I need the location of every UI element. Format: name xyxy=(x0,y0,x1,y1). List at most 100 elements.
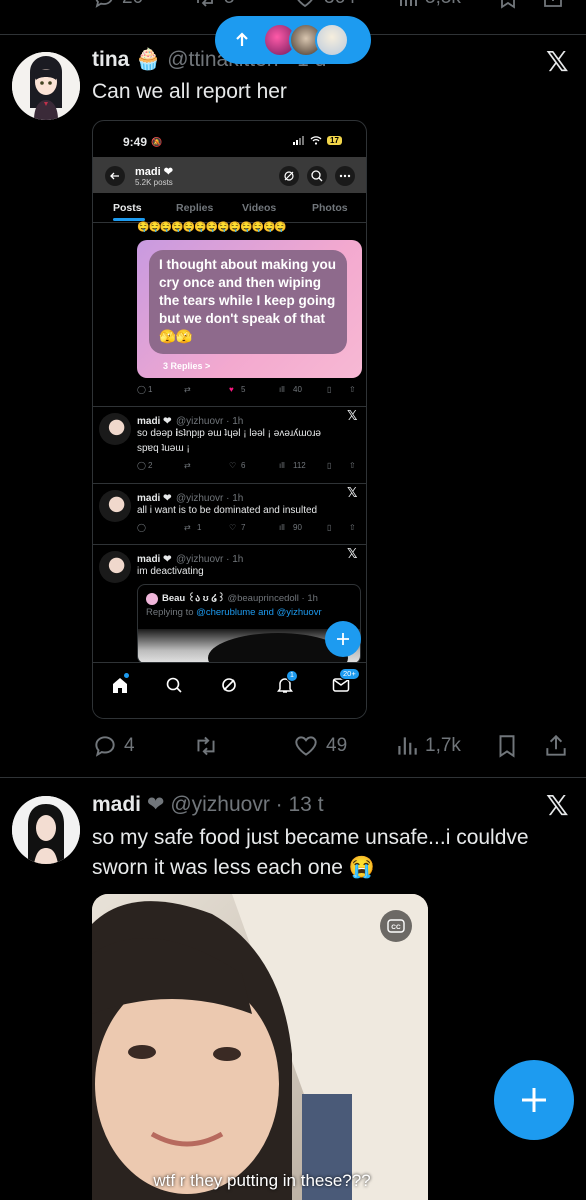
search-button[interactable] xyxy=(307,166,327,186)
profile-photo xyxy=(12,796,80,864)
avatar[interactable] xyxy=(99,413,131,445)
bubble-text: I thought about making you cry once and … xyxy=(159,257,336,344)
home-badge-dot xyxy=(124,673,129,678)
messages-badge: 20+ xyxy=(339,668,360,680)
avatar[interactable] xyxy=(99,551,131,583)
grok-button[interactable] xyxy=(279,166,299,186)
repost-button[interactable] xyxy=(192,733,226,759)
views-icon xyxy=(400,0,417,6)
quote-image[interactable]: I thought about making you cry once and … xyxy=(137,240,362,378)
tab-photos[interactable]: Photos xyxy=(312,202,348,214)
share-icon[interactable]: ⇧ xyxy=(349,385,356,394)
repost-icon[interactable]: ⇄ xyxy=(184,461,191,470)
like-count: 6 xyxy=(241,461,246,470)
views-count: 1,7k xyxy=(425,735,461,756)
compose-button[interactable] xyxy=(494,1060,574,1140)
reply-icon[interactable]: ◯ xyxy=(137,523,146,532)
heart-icon[interactable]: ♡ xyxy=(229,461,236,470)
avatar[interactable] xyxy=(99,490,131,522)
captions-button[interactable]: CC xyxy=(380,910,412,942)
video-player[interactable]: CC wtf r they putting in these??? xyxy=(92,894,428,1200)
views-icon[interactable]: ıll xyxy=(279,385,285,394)
bookmark-icon[interactable] xyxy=(495,733,519,759)
repost-count: 1 xyxy=(197,523,202,532)
repost-icon xyxy=(197,736,215,756)
plus-icon xyxy=(522,1088,546,1112)
x-logo-icon: 𝕏 xyxy=(347,486,358,501)
repost-icon[interactable]: ⇄ xyxy=(184,523,191,532)
search-icon[interactable] xyxy=(165,676,183,694)
views-button[interactable]: 5,5k xyxy=(397,0,461,10)
views-count: 90 xyxy=(293,523,302,532)
mention-links[interactable]: @cherublume and @yizhuovr xyxy=(196,607,321,618)
pill-avatars xyxy=(263,23,349,57)
tab-replies[interactable]: Replies xyxy=(176,202,213,214)
like-count: 7 xyxy=(241,523,246,532)
share-icon[interactable] xyxy=(542,0,564,10)
heart-icon xyxy=(295,736,317,756)
bookmark-icon[interactable]: ▯ xyxy=(327,523,331,532)
display-name[interactable]: madi xyxy=(92,793,141,816)
views-button[interactable]: 1,7k xyxy=(395,733,461,759)
home-icon[interactable] xyxy=(111,676,129,694)
bookmark-icon[interactable]: ▯ xyxy=(327,461,331,470)
avatar[interactable] xyxy=(12,796,80,864)
reply-count: 4 xyxy=(124,735,135,756)
reply-icon xyxy=(95,0,113,8)
tweet-divider xyxy=(93,544,366,545)
tweet-stats: ◯ ⇄ 1 ♡ 7 ıll 90 ▯ ⇧ xyxy=(137,523,362,537)
views-icon[interactable]: ıll xyxy=(279,461,285,470)
share-icon[interactable]: ⇧ xyxy=(349,461,356,470)
plus-icon xyxy=(337,633,349,645)
like-count: 49 xyxy=(326,735,348,756)
back-button[interactable] xyxy=(105,166,125,186)
reply-icon[interactable]: ◯ xyxy=(137,385,146,394)
quoted-header: Beau ꒰ა ʊ ໒꒱ @beauprincedoll · 1h xyxy=(162,592,318,604)
more-icon xyxy=(339,174,351,178)
compose-button[interactable] xyxy=(325,621,361,657)
post-text: Can we all report her xyxy=(92,80,287,103)
handle[interactable]: @yizhuovr xyxy=(170,793,270,816)
avatar[interactable] xyxy=(12,52,80,120)
tab-posts[interactable]: Posts xyxy=(113,202,142,214)
new-posts-pill[interactable] xyxy=(215,16,371,64)
bubble-post-stats: ◯ 1 ⇄ ♥ 5 ıll 40 ▯ ⇧ xyxy=(137,385,362,399)
post-count: 5.2K posts xyxy=(135,178,173,187)
more-button[interactable] xyxy=(335,166,355,186)
reply-button[interactable]: 4 xyxy=(92,733,135,759)
bookmark-icon[interactable] xyxy=(497,0,519,10)
reply-icon xyxy=(95,736,115,757)
search-icon xyxy=(311,170,323,182)
status-icons: 17 xyxy=(293,136,342,145)
tab-videos[interactable]: Videos xyxy=(242,202,276,214)
like-button[interactable]: 364 xyxy=(292,0,356,10)
heart-icon[interactable]: ♡ xyxy=(229,523,236,532)
share-icon[interactable] xyxy=(544,733,568,759)
like-button[interactable]: 49 xyxy=(292,733,347,759)
signal-icon xyxy=(293,136,304,145)
timestamp[interactable]: · 13 t xyxy=(276,793,324,816)
views-icon[interactable]: ıll xyxy=(279,523,285,532)
notification-badge: 1 xyxy=(286,670,298,682)
arrow-up-icon xyxy=(236,32,248,46)
repost-icon[interactable]: ⇄ xyxy=(184,385,191,394)
quoted-post[interactable]: Beau ꒰ა ʊ ໒꒱ @beauprincedoll · 1h Replyi… xyxy=(137,584,361,664)
bookmark-icon[interactable]: ▯ xyxy=(327,385,331,394)
x-logo-icon: 𝕏 xyxy=(546,45,569,78)
handle: @beauprincedoll · 1h xyxy=(227,593,318,604)
x-logo-icon: 𝕏 xyxy=(347,409,358,424)
video-caption: wtf r they putting in these??? xyxy=(153,1171,371,1190)
name-emoji: 🧁 xyxy=(135,48,162,71)
arrow-left-icon xyxy=(110,172,119,180)
display-name[interactable]: tina xyxy=(92,48,129,71)
emoji-row: 🤤🤤🤤🤤🤤🤤🤤🤤🤤🤤🤤🤤🤤 xyxy=(137,222,287,233)
attached-screenshot[interactable]: 9:49 🔕 17 madi ❤ 5.2K posts Posts Replie… xyxy=(92,120,367,719)
reply-icon[interactable]: ◯ xyxy=(137,461,146,470)
heart-icon[interactable]: ♥ xyxy=(229,385,234,394)
grok-icon[interactable] xyxy=(220,676,238,694)
reply-button[interactable]: 20 xyxy=(92,0,143,10)
share-icon[interactable]: ⇧ xyxy=(349,523,356,532)
tweet-divider xyxy=(93,483,366,484)
repost-button[interactable]: 5 xyxy=(192,0,235,10)
repost-count: 5 xyxy=(224,0,235,9)
